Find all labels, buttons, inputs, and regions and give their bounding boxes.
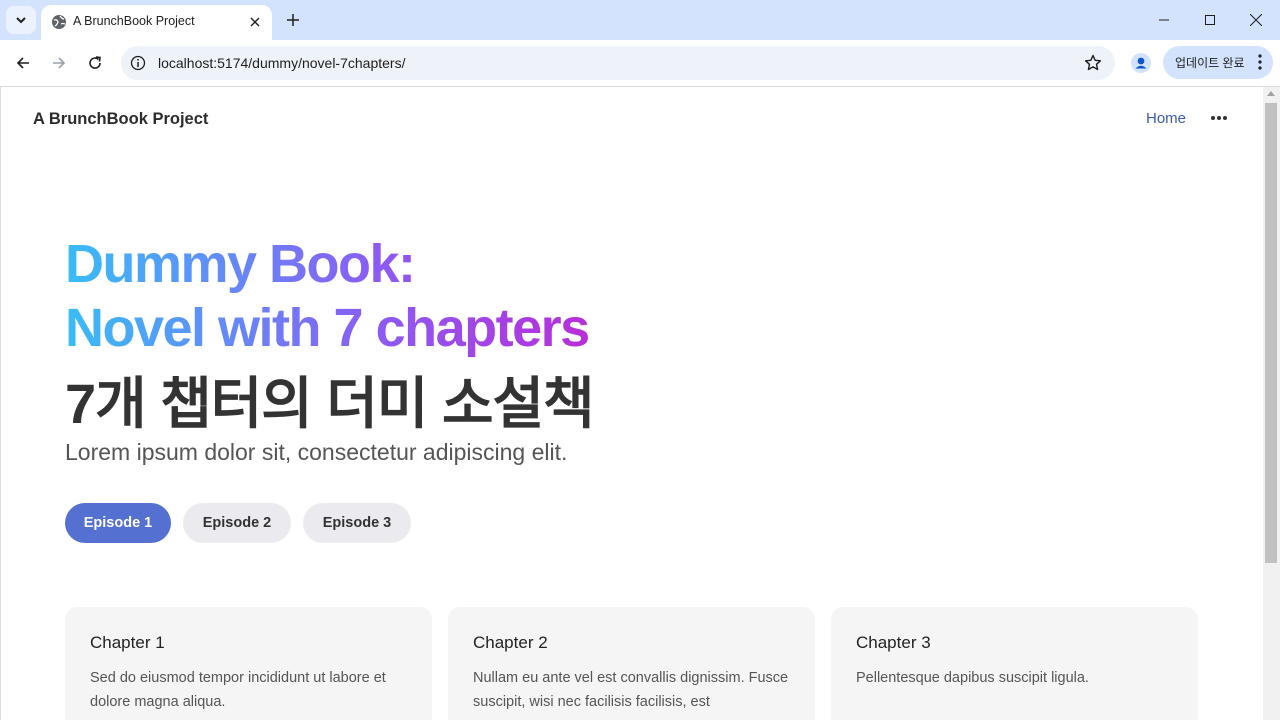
update-label: 업데이트 완료 <box>1175 56 1245 70</box>
tab-close-button[interactable] <box>246 13 264 31</box>
profile-icon <box>1131 53 1151 73</box>
tab-search-button[interactable] <box>6 6 36 34</box>
chapter-excerpt: Sed do eiusmod tempor incididunt ut labo… <box>90 670 386 710</box>
profile-button[interactable] <box>1128 50 1154 76</box>
tab-strip: A BrunchBook Project <box>0 0 1280 40</box>
window-close-button[interactable] <box>1233 5 1279 35</box>
site-title[interactable]: A BrunchBook Project <box>33 110 208 129</box>
episode-1-button[interactable]: Episode 1 <box>65 503 171 543</box>
hero-title-line-2: Novel with 7 chapters <box>65 297 625 359</box>
back-arrow-icon <box>16 57 29 69</box>
vertical-scrollbar[interactable] <box>1263 87 1280 720</box>
forward-arrow-icon <box>53 57 66 69</box>
tab-search-icon <box>16 17 26 24</box>
browser-toolbar: localhost:5174/dummy/novel-7chapters/ 업데… <box>0 40 1280 87</box>
maximize-icon <box>1205 15 1215 25</box>
chapter-title: Chapter 3 <box>856 633 931 652</box>
scroll-thumb[interactable] <box>1265 103 1277 563</box>
minimize-button[interactable] <box>1141 5 1187 35</box>
scroll-up-arrow[interactable] <box>1267 91 1275 96</box>
update-button[interactable]: 업데이트 완료 <box>1163 46 1273 79</box>
address-bar[interactable]: localhost:5174/dummy/novel-7chapters/ <box>121 46 1115 80</box>
window-close-icon <box>1250 14 1262 26</box>
back-button[interactable] <box>9 49 37 77</box>
reload-icon <box>89 56 101 69</box>
browser-tab-active[interactable]: A BrunchBook Project <box>41 5 272 40</box>
forward-button[interactable] <box>45 49 73 77</box>
minimize-icon <box>1159 19 1169 21</box>
globe-icon <box>52 15 66 29</box>
maximize-button[interactable] <box>1187 5 1233 35</box>
episode-3-button[interactable]: Episode 3 <box>303 503 411 543</box>
plus-icon <box>287 14 299 26</box>
kebab-menu-icon <box>1258 54 1262 70</box>
chapter-card-1[interactable]: Chapter 1 Sed do eiusmod tempor incididu… <box>65 607 432 720</box>
hero-title-line-1: Dummy Book: <box>65 233 625 295</box>
nav-home-link[interactable]: Home <box>1146 110 1186 127</box>
hero-title-korean: 7개 챕터의 더미 소설책 <box>65 372 595 435</box>
new-tab-button[interactable] <box>282 9 304 31</box>
episode-2-button[interactable]: Episode 2 <box>183 503 291 543</box>
hero-subtitle: Lorem ipsum dolor sit, consectetur adipi… <box>65 439 568 465</box>
chapter-card-3[interactable]: Chapter 3 Pellentesque dapibus suscipit … <box>831 607 1198 720</box>
chapter-excerpt: Pellentesque dapibus suscipit ligula. <box>856 670 1089 686</box>
reload-button[interactable] <box>81 49 109 77</box>
chapter-title: Chapter 1 <box>90 633 165 652</box>
info-icon[interactable] <box>130 55 146 71</box>
url-text[interactable]: localhost:5174/dummy/novel-7chapters/ <box>158 55 405 71</box>
tab-title: A BrunchBook Project <box>73 14 195 28</box>
page-viewport: A BrunchBook Project Home Dummy Book: No… <box>1 87 1263 720</box>
close-icon <box>250 17 260 27</box>
chapter-card-2[interactable]: Chapter 2 Nullam eu ante vel est convall… <box>448 607 815 720</box>
chapter-excerpt: Nullam eu ante vel est convallis digniss… <box>473 670 789 710</box>
more-horizontal-icon[interactable] <box>1210 115 1228 121</box>
chapter-title: Chapter 2 <box>473 633 548 652</box>
star-icon[interactable] <box>1084 54 1102 72</box>
